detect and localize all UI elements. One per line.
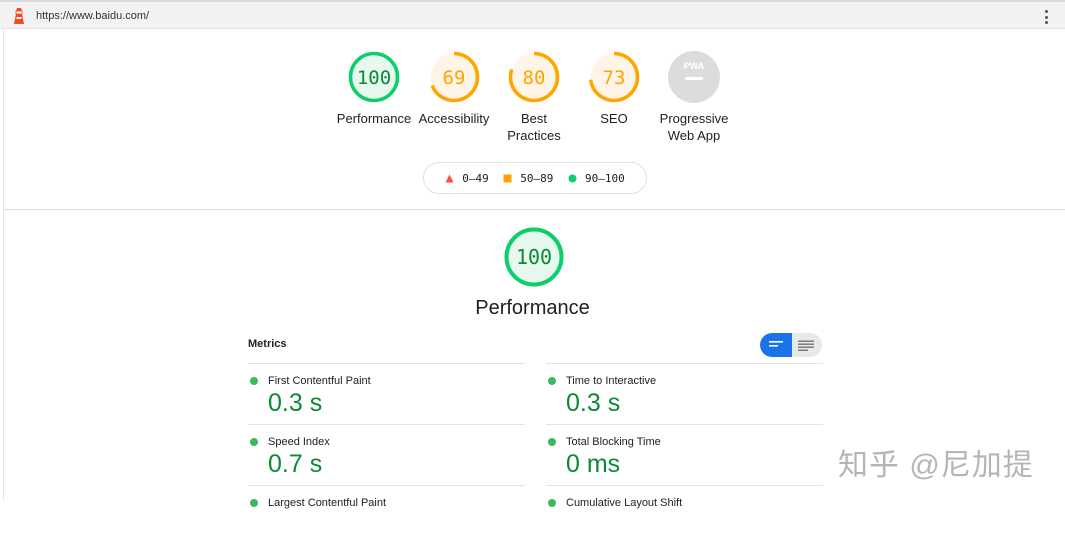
gauge-score: 80 (523, 67, 546, 89)
metric-name: Speed Index (268, 436, 330, 448)
url-text[interactable]: https://www.baidu.com/ (36, 10, 149, 22)
metric-name: Largest Contentful Paint (268, 497, 387, 509)
circle-icon (568, 174, 577, 182)
legend-average: 50–89 (503, 172, 553, 185)
performance-score-large: 100 (516, 245, 552, 269)
pass-circle-icon (548, 377, 556, 385)
legend-average-label: 50–89 (520, 171, 554, 185)
metric-value: 0.3 s (268, 389, 323, 417)
legend-fail-label: 0–49 (462, 171, 489, 185)
gauge-label-line: Practices (507, 128, 561, 143)
gauge-progressive-web-app[interactable]: PWA Progressive Web App (644, 50, 744, 144)
category-gauges: 100 Performance 69 Accessibility 80 Best… (0, 50, 1065, 150)
gauge-score: 73 (603, 67, 626, 89)
metric-value: 0 ms (566, 450, 621, 478)
metric-row: Largest Contentful Paint (248, 485, 525, 546)
compact-view-button[interactable] (760, 333, 792, 357)
metric-name: First Contentful Paint (268, 375, 371, 387)
lighthouse-icon (14, 8, 24, 24)
gauge-ring: 80 (508, 51, 560, 103)
metric-name: Cumulative Layout Shift (566, 497, 683, 509)
legend-pass: 90–100 (568, 172, 625, 185)
legend-pass-label: 90–100 (584, 171, 625, 185)
metric-value: 0.3 s (566, 389, 621, 417)
metric-row: Time to Interactive 0.3 s (546, 363, 823, 424)
square-icon (503, 174, 512, 182)
pass-circle-icon (548, 438, 556, 446)
metric-name: Time to Interactive (566, 375, 657, 387)
metric-value: 0.7 s (268, 450, 323, 478)
lines-short-icon (769, 341, 783, 347)
metrics-view-toggle[interactable] (760, 333, 822, 357)
pass-circle-icon (250, 499, 258, 507)
performance-gauge-large: 100 (503, 226, 565, 293)
gauge-ring: 100 (348, 51, 400, 103)
gauge-ring: 69 (428, 51, 480, 103)
metric-row: Speed Index 0.7 s (248, 424, 525, 485)
pass-circle-icon (548, 499, 556, 507)
gauge-label: Progressive Web App (644, 110, 744, 144)
metric-row: First Contentful Paint 0.3 s (248, 363, 525, 424)
pwa-badge: PWA (684, 61, 705, 71)
browser-address-bar: https://www.baidu.com/ (0, 0, 1065, 29)
gauge-score: 100 (357, 67, 391, 89)
pwa-icon: PWA (668, 51, 720, 103)
category-title: Performance (475, 297, 590, 319)
more-menu-icon[interactable] (1041, 8, 1051, 26)
watermark-text: 知乎 @尼加提 (838, 449, 1034, 482)
gauge-ring: 73 (588, 51, 640, 103)
triangle-icon (445, 174, 454, 182)
score-legend: 0–49 50–89 90–100 (423, 162, 647, 194)
gauge-label-line: Progressive (659, 111, 729, 126)
pass-circle-icon (250, 377, 258, 385)
pass-circle-icon (250, 438, 258, 446)
metrics-heading: Metrics (248, 338, 287, 350)
metric-name: Total Blocking Time (566, 436, 661, 448)
legend-fail: 0–49 (445, 172, 489, 185)
metric-row: Cumulative Layout Shift (546, 485, 823, 546)
gauge-score: 69 (443, 67, 466, 89)
section-divider (4, 209, 1065, 210)
gauge-label-line: Web App (667, 128, 721, 143)
lines-expanded-icon[interactable] (798, 340, 814, 351)
metric-row: Total Blocking Time 0 ms (546, 424, 823, 485)
